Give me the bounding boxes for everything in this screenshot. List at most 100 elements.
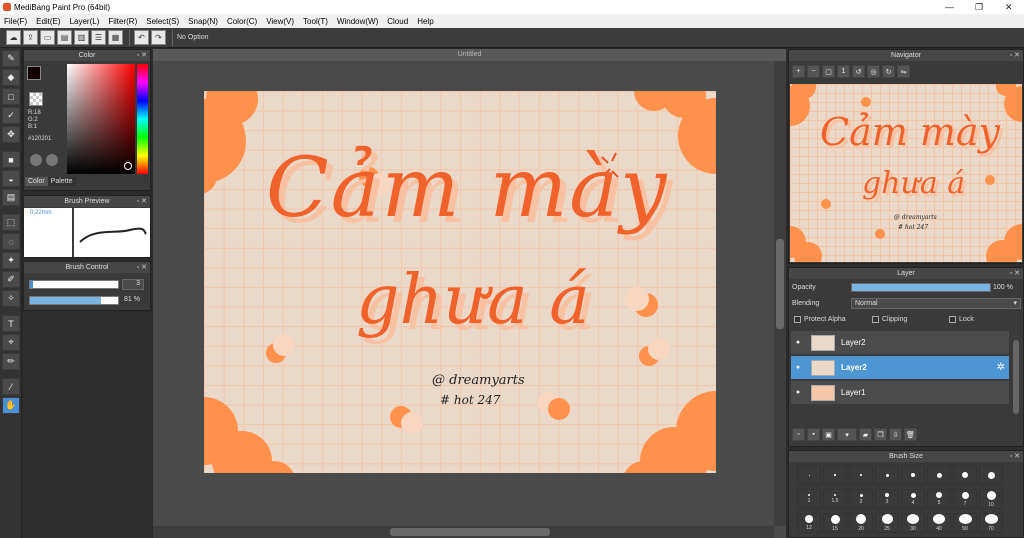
transparent-swatch[interactable] xyxy=(29,92,43,106)
fit-icon[interactable]: ▢ xyxy=(822,65,835,78)
saturation-value-picker[interactable] xyxy=(67,64,135,174)
new-layer-icon[interactable]: ▫ xyxy=(792,428,805,441)
new-8bit-layer-icon[interactable]: ▣ xyxy=(822,428,835,441)
brush-size-preset[interactable]: 1 xyxy=(797,489,821,509)
canvas-area[interactable]: Untitled Cảm mày ghưa á @ dreamyarts # h… xyxy=(153,49,786,538)
brush-size-preset[interactable] xyxy=(875,465,899,485)
dot-tool-icon[interactable]: □ xyxy=(2,88,20,105)
menu-edit[interactable]: Edit(E) xyxy=(36,17,60,26)
brush-size-preset[interactable]: 1.5 xyxy=(823,489,847,509)
brush-size-preset[interactable]: 50 xyxy=(953,513,977,533)
brush-size-preset[interactable] xyxy=(979,465,1003,485)
panel-close-icon[interactable]: ▫ ✕ xyxy=(1010,268,1020,279)
brush-tool-icon[interactable]: ✎ xyxy=(2,50,20,67)
brush-size-preset[interactable] xyxy=(953,465,977,485)
menu-color[interactable]: Color(C) xyxy=(227,17,257,26)
divide-tool-icon[interactable]: ✏ xyxy=(2,353,20,370)
rotate-left-icon[interactable]: ↺ xyxy=(852,65,865,78)
clipping-option[interactable]: Clipping xyxy=(872,316,907,323)
eraser-tool-icon[interactable]: ◆ xyxy=(2,69,20,86)
visibility-icon[interactable]: ● xyxy=(791,389,805,396)
page-icon[interactable]: ▥ xyxy=(74,30,89,45)
tab-palette[interactable]: Palette xyxy=(47,177,76,186)
lock-checkbox[interactable] xyxy=(949,316,956,323)
brush-size-preset[interactable] xyxy=(927,465,951,485)
new-halftone-layer-icon[interactable]: ▪ xyxy=(807,428,820,441)
horizontal-scroll-thumb[interactable] xyxy=(390,528,550,536)
fill-rect-icon[interactable]: ■ xyxy=(2,151,20,168)
gradient-tool-icon[interactable]: ▤ xyxy=(2,189,20,206)
lock-option[interactable]: Lock xyxy=(949,316,974,323)
layer-scrollbar[interactable] xyxy=(1011,338,1021,418)
comment-icon[interactable]: ▭ xyxy=(40,30,55,45)
horizontal-scrollbar[interactable] xyxy=(153,526,774,538)
menu-filter[interactable]: Filter(R) xyxy=(108,17,137,26)
menu-select[interactable]: Select(S) xyxy=(146,17,179,26)
hand-tool-icon[interactable]: ✋ xyxy=(2,397,20,414)
brush-size-preset[interactable]: 25 xyxy=(875,513,899,533)
magic-wand-icon[interactable]: ✦ xyxy=(2,252,20,269)
menu-layer[interactable]: Layer(L) xyxy=(70,17,100,26)
lasso-tool-icon[interactable]: ◌ xyxy=(2,233,20,250)
operation-tool-icon[interactable]: ⌖ xyxy=(2,334,20,351)
protect-alpha-checkbox[interactable] xyxy=(794,316,801,323)
layer-opacity-slider[interactable] xyxy=(851,283,991,292)
foreground-color-swatch[interactable] xyxy=(27,66,41,80)
rotate-right-icon[interactable]: ↻ xyxy=(882,65,895,78)
panel-close-icon[interactable]: ▫ ✕ xyxy=(1010,50,1020,61)
list-icon[interactable]: ☰ xyxy=(91,30,106,45)
brush-size-preset[interactable]: 4 xyxy=(901,489,925,509)
brush-size-preset[interactable]: 30 xyxy=(901,513,925,533)
panel-close-icon[interactable]: ▫ ✕ xyxy=(137,196,147,207)
brush-opacity-slider[interactable] xyxy=(29,296,119,305)
panel-close-icon[interactable]: ▫ ✕ xyxy=(137,262,147,273)
clipping-checkbox[interactable] xyxy=(872,316,879,323)
navigator-preview[interactable]: Cảm mày ghưa á @ dreamyarts # hot 247 xyxy=(790,84,1022,262)
upload-icon[interactable]: ⇪ xyxy=(23,30,38,45)
gear-icon[interactable]: ✲ xyxy=(997,362,1005,373)
tab-color[interactable]: Color xyxy=(25,177,48,186)
brush-size-value[interactable]: 3 xyxy=(122,279,144,290)
text-tool-icon[interactable]: T xyxy=(2,315,20,332)
color-picker-icon[interactable] xyxy=(46,154,58,166)
menu-cloud[interactable]: Cloud xyxy=(387,17,408,26)
message-icon[interactable]: ▤ xyxy=(57,30,72,45)
brush-size-preset[interactable] xyxy=(797,465,821,485)
select-eraser-icon[interactable]: ✧ xyxy=(2,290,20,307)
eyedropper-icon[interactable]: ⁄ xyxy=(2,378,20,395)
brush-size-preset[interactable]: 70 xyxy=(979,513,1003,533)
vertical-scroll-thumb[interactable] xyxy=(776,239,784,329)
menu-file[interactable]: File(F) xyxy=(4,17,27,26)
artwork-canvas[interactable]: Cảm mày ghưa á @ dreamyarts # hot 247 xyxy=(204,91,716,473)
redo-icon[interactable]: ↷ xyxy=(151,30,166,45)
layer-row[interactable]: ● Layer1 xyxy=(791,381,1009,405)
brush-size-preset[interactable]: 3 xyxy=(875,489,899,509)
visibility-icon[interactable]: ● xyxy=(791,339,805,346)
select-pen-icon[interactable]: ✓ xyxy=(2,107,20,124)
rotate-reset-icon[interactable]: ◎ xyxy=(867,65,880,78)
menu-view[interactable]: View(V) xyxy=(266,17,294,26)
move-tool-icon[interactable]: ✥ xyxy=(2,126,20,143)
delete-layer-icon[interactable]: 🗑 xyxy=(904,428,917,441)
restore-icon[interactable]: ❐ xyxy=(975,2,983,13)
menu-help[interactable]: Help xyxy=(417,17,433,26)
brush-size-preset[interactable]: 10 xyxy=(979,489,1003,509)
minimize-icon[interactable]: — xyxy=(945,2,954,12)
brush-size-preset[interactable] xyxy=(823,465,847,485)
brush-size-preset[interactable]: 2 xyxy=(849,489,873,509)
brush-size-preset[interactable] xyxy=(849,465,873,485)
brush-size-preset[interactable] xyxy=(901,465,925,485)
duplicate-layer-icon[interactable]: ❐ xyxy=(874,428,887,441)
brush-size-preset[interactable]: 12 xyxy=(797,513,821,533)
blending-select[interactable]: Normal ▾ xyxy=(851,298,1021,309)
layer-scroll-thumb[interactable] xyxy=(1013,340,1019,414)
select-pen-2-icon[interactable]: ✐ xyxy=(2,271,20,288)
brush-size-preset[interactable]: 20 xyxy=(849,513,873,533)
actual-size-icon[interactable]: 1 xyxy=(837,65,850,78)
cloud-icon[interactable]: ☁ xyxy=(6,30,21,45)
menu-snap[interactable]: Snap(N) xyxy=(188,17,218,26)
menu-tool[interactable]: Tool(T) xyxy=(303,17,328,26)
brush-size-preset[interactable]: 15 xyxy=(823,513,847,533)
flip-icon[interactable]: ⇋ xyxy=(897,65,910,78)
canvas-tab[interactable]: Untitled xyxy=(153,49,786,61)
